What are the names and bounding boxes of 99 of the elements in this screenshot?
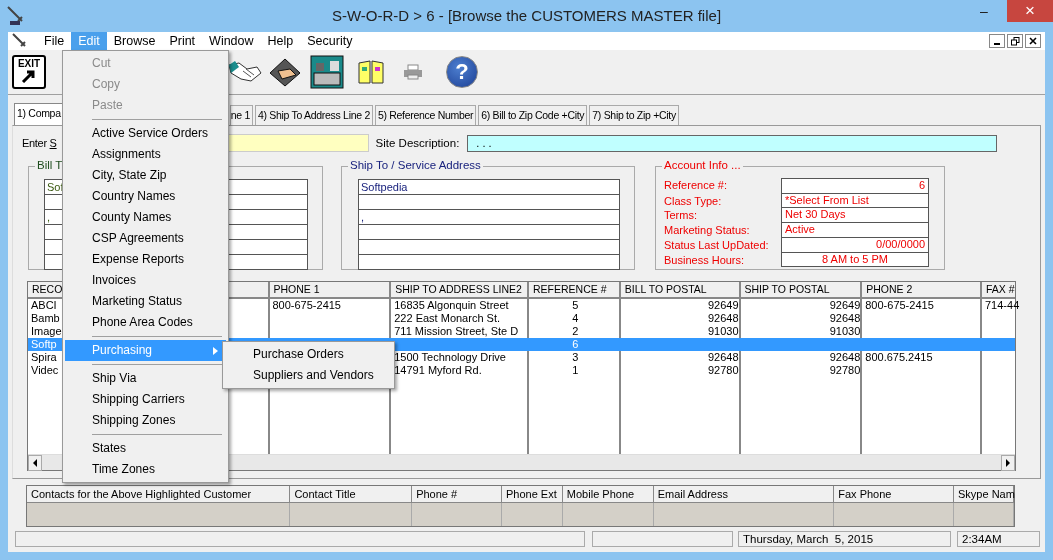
menu-item[interactable]: CSP Agreements [65, 228, 226, 249]
table-cell: 1500 Technology Drive [394, 351, 506, 363]
table-cell: 2 [572, 325, 579, 337]
menu-item[interactable]: County Names [65, 207, 226, 228]
column-header[interactable]: Email Address [653, 486, 835, 502]
field-label: Terms: [664, 208, 698, 224]
group-title: Account Info ... [662, 159, 743, 171]
menu-item[interactable]: Print [162, 32, 203, 50]
column-header[interactable]: Skype Nam [954, 486, 1014, 502]
menu-item[interactable]: Help [260, 32, 301, 50]
field-label: Business Hours: [664, 252, 746, 268]
close-button[interactable]: × [1007, 0, 1053, 22]
tab[interactable]: 1) Compa [14, 103, 64, 125]
table-cell: 711 Mission Street, Ste D [394, 325, 519, 337]
table-cell: 4 [572, 312, 579, 324]
column-header[interactable]: FAX # [982, 282, 1015, 297]
field-label: Site Description: [375, 137, 460, 149]
menu-item[interactable]: Suppliers and Vendors [225, 365, 392, 386]
table-cell: 92780 [829, 364, 861, 376]
table-cell: Softp [31, 338, 57, 350]
menu-item[interactable]: City, State Zip [65, 165, 226, 186]
group-title: Bill T [35, 159, 65, 171]
table-cell: 1 [572, 364, 579, 376]
tab[interactable]: 5) Reference Number [374, 105, 477, 125]
menu-item[interactable]: Country Names [65, 186, 226, 207]
exit-button[interactable]: EXIT [12, 55, 46, 89]
table-cell: 3 [572, 351, 579, 363]
column-header[interactable]: Contacts for the Above Highlighted Customer [27, 486, 291, 502]
table-cell: 800-675-2415 [865, 299, 934, 311]
table-cell: Spira [31, 351, 57, 363]
window-title: S-W-O-R-D > 6 - [Browse the CUSTOMERS MASTER file] [331, 7, 722, 24]
table-cell: 800.675.2415 [865, 351, 933, 363]
field-label: Status Last UpDated: [664, 237, 770, 253]
menu-item[interactable]: States [65, 438, 226, 459]
field-label: Enter S [22, 137, 57, 149]
menu-item[interactable]: Shipping Carriers [65, 389, 226, 410]
tab[interactable]: ne 1 [229, 105, 253, 125]
address-field[interactable]: Softpedia [359, 180, 619, 195]
table-cell: 92780 [707, 364, 739, 376]
column-header[interactable]: BILL TO POSTAL [620, 282, 741, 297]
group-title: Ship To / Service Address [348, 159, 483, 171]
column-header[interactable]: SHIP TO ADDRESS LINE2 [391, 282, 529, 297]
column-header[interactable]: Fax Phone [834, 486, 954, 502]
field-label: Reference #: [664, 178, 728, 193]
minimize-button[interactable]: – [961, 0, 1007, 22]
field-label: Marketing Status: [664, 223, 751, 238]
table-cell: Bamb [31, 312, 60, 324]
address-field[interactable]: , [359, 210, 619, 225]
table-cell: Image [31, 325, 62, 337]
account-field[interactable]: 6 [781, 178, 929, 194]
status-time: 2:34AM [957, 531, 1040, 547]
status-date: Thursday, March 5, 2015 [738, 531, 951, 547]
column-header[interactable]: Contact Title [290, 486, 413, 502]
table-cell: 14791 Myford Rd. [394, 364, 482, 376]
table-cell: 92648 [829, 351, 861, 363]
table-cell: 92649 [707, 299, 739, 311]
table-cell: 5 [572, 299, 579, 311]
field-label: Class Type: [664, 193, 723, 209]
menu-item[interactable]: Time Zones [65, 459, 226, 480]
column-header[interactable]: Phone # [412, 486, 502, 502]
account-field[interactable]: Net 30 Days [781, 208, 929, 224]
menu-item[interactable]: File [37, 32, 72, 50]
menu-item[interactable]: Security [300, 32, 360, 50]
table-cell: 92648 [707, 312, 739, 324]
table-cell: 6 [572, 338, 579, 350]
table-cell: 92648 [707, 351, 739, 363]
site-description-field[interactable]: . . . [467, 134, 998, 152]
menu-item[interactable]: Assignments [65, 144, 226, 165]
account-field[interactable]: Active [781, 223, 929, 238]
menu-item[interactable]: Active Service Orders [65, 123, 226, 144]
table-cell: 16835 Algonquin Street [394, 299, 509, 311]
tab[interactable]: 7) Ship to Zip +City [589, 105, 679, 125]
tab[interactable]: 6) Bill to Zip Code +City [478, 105, 588, 125]
column-header[interactable]: PHONE 2 [862, 282, 983, 297]
table-cell: 92648 [829, 312, 861, 324]
table-cell: 91030 [829, 325, 861, 337]
menu-item[interactable]: Window [202, 32, 261, 50]
menu-item[interactable]: Expense Reports [65, 249, 226, 270]
menu-item[interactable]: Invoices [65, 270, 226, 291]
column-header[interactable]: PHONE 1 [269, 282, 392, 297]
menu-item[interactable]: Ship Via [65, 368, 226, 389]
table-cell: 91030 [707, 325, 739, 337]
column-header[interactable]: SHIP TO POSTAL [740, 282, 863, 297]
tab[interactable]: 4) Ship To Address Line 2 [254, 105, 373, 125]
table-cell: Videc [31, 364, 59, 376]
menu-item[interactable]: Browse [106, 32, 163, 50]
menu-item[interactable]: Phone Area Codes [65, 312, 226, 333]
table-cell: 714-44 [985, 299, 1020, 311]
column-header[interactable]: REFERENCE # [528, 282, 621, 297]
help-button[interactable]: ? [446, 56, 478, 88]
column-header[interactable]: Mobile Phone [562, 486, 654, 502]
table-cell: 92649 [829, 299, 861, 311]
column-header[interactable]: Phone Ext [501, 486, 563, 502]
menu-item[interactable]: Marketing Status [65, 291, 226, 312]
menu-item[interactable]: Shipping Zones [65, 410, 226, 431]
table-cell: 222 East Monarch St. [394, 312, 501, 324]
table-cell: 800-675-2415 [272, 299, 341, 311]
menu-item[interactable]: Purchase Orders [225, 344, 392, 365]
table-cell: ABCI [31, 299, 57, 311]
